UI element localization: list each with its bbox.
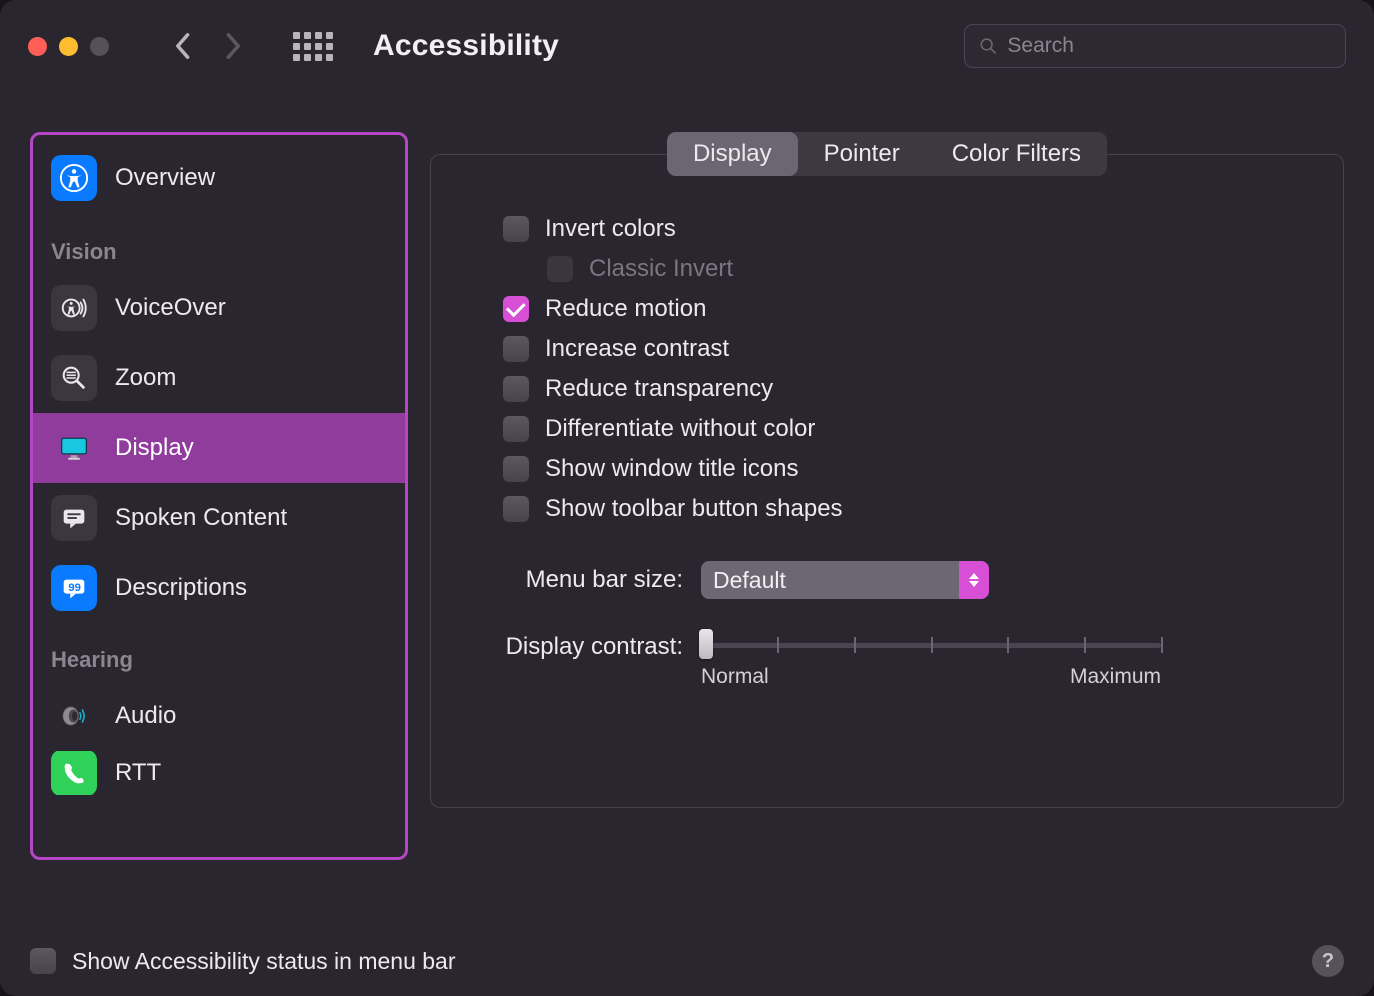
slider-thumb[interactable]	[699, 629, 713, 659]
sidebar-item-voiceover[interactable]: VoiceOver	[33, 273, 405, 343]
checkbox-icon	[547, 256, 573, 282]
sidebar-item-rtt[interactable]: RTT	[33, 751, 405, 795]
minimize-window-button[interactable]	[59, 37, 78, 56]
checkbox-icon	[503, 456, 529, 482]
sidebar-item-overview[interactable]: Overview	[33, 141, 405, 215]
check-label: Show window title icons	[545, 455, 798, 483]
sidebar-item-label: VoiceOver	[115, 294, 226, 322]
check-label: Reduce transparency	[545, 375, 773, 403]
chevron-right-icon	[225, 32, 243, 60]
body: Overview Vision VoiceOver Zoom Displa	[0, 92, 1374, 926]
toolbar: Accessibility	[0, 0, 1374, 92]
spoken-content-icon	[51, 495, 97, 541]
check-label: Invert colors	[545, 215, 676, 243]
checkbox-reduce-transparency[interactable]: Reduce transparency	[503, 375, 1303, 403]
check-label: Show Accessibility status in menu bar	[72, 948, 456, 975]
checkbox-icon	[30, 948, 56, 974]
accessibility-window: Accessibility Overview Vision VoiceOver	[0, 0, 1374, 996]
checkbox-icon-checked	[503, 296, 529, 322]
sidebar-section-vision: Vision	[33, 215, 405, 273]
search-field[interactable]	[964, 24, 1346, 68]
checkbox-icon	[503, 216, 529, 242]
display-contrast-slider[interactable]: Normal Maximum	[701, 629, 1161, 689]
window-controls	[28, 37, 109, 56]
descriptions-icon: 99	[51, 565, 97, 611]
accessibility-icon	[51, 155, 97, 201]
chevron-left-icon	[173, 32, 191, 60]
check-label: Increase contrast	[545, 335, 729, 363]
sidebar: Overview Vision VoiceOver Zoom Displa	[30, 132, 408, 860]
footer: Show Accessibility status in menu bar ?	[0, 926, 1374, 996]
close-window-button[interactable]	[28, 37, 47, 56]
zoom-icon	[51, 355, 97, 401]
sidebar-item-zoom[interactable]: Zoom	[33, 343, 405, 413]
menu-bar-size-row: Menu bar size: Default	[477, 561, 1303, 599]
sidebar-item-label: RTT	[115, 759, 161, 787]
checkbox-show-window-title-icons[interactable]: Show window title icons	[503, 455, 1303, 483]
help-icon: ?	[1322, 950, 1334, 973]
svg-text:99: 99	[68, 582, 81, 594]
zoom-window-button[interactable]	[90, 37, 109, 56]
checkbox-icon	[503, 416, 529, 442]
search-input[interactable]	[1007, 34, 1331, 58]
slider-max-label: Maximum	[1070, 665, 1161, 689]
rtt-icon	[51, 751, 97, 795]
checkbox-reduce-motion[interactable]: Reduce motion	[503, 295, 1303, 323]
search-icon	[979, 36, 997, 56]
voiceover-icon	[51, 285, 97, 331]
checkbox-increase-contrast[interactable]: Increase contrast	[503, 335, 1303, 363]
check-label: Differentiate without color	[545, 415, 815, 443]
select-value: Default	[713, 567, 786, 594]
forward-button[interactable]	[217, 29, 251, 63]
checkbox-differentiate-without-color[interactable]: Differentiate without color	[503, 415, 1303, 443]
slider-min-label: Normal	[701, 665, 769, 689]
checkbox-classic-invert: Classic Invert	[547, 255, 1303, 283]
check-label: Reduce motion	[545, 295, 706, 323]
display-contrast-row: Display contrast:	[477, 629, 1303, 689]
back-button[interactable]	[165, 29, 199, 63]
checkbox-show-toolbar-button-shapes[interactable]: Show toolbar button shapes	[503, 495, 1303, 523]
display-contrast-label: Display contrast:	[477, 629, 683, 661]
display-panel: Invert colors Classic Invert Reduce moti…	[430, 154, 1344, 808]
checkbox-invert-colors[interactable]: Invert colors	[503, 215, 1303, 243]
checkbox-show-accessibility-status[interactable]: Show Accessibility status in menu bar	[30, 948, 456, 975]
sidebar-item-display[interactable]: Display	[33, 413, 405, 483]
menu-bar-size-select[interactable]: Default	[701, 561, 989, 599]
sidebar-item-label: Display	[115, 434, 194, 462]
display-icon	[51, 425, 97, 471]
help-button[interactable]: ?	[1312, 945, 1344, 977]
sidebar-item-descriptions[interactable]: 99 Descriptions	[33, 553, 405, 623]
main-panel: Display Pointer Color Filters Invert col…	[430, 132, 1344, 906]
sidebar-item-audio[interactable]: Audio	[33, 681, 405, 751]
sidebar-item-label: Zoom	[115, 364, 176, 392]
sidebar-item-label: Overview	[115, 164, 215, 192]
show-all-button[interactable]	[293, 32, 333, 61]
checkbox-icon	[503, 336, 529, 362]
sidebar-item-spoken-content[interactable]: Spoken Content	[33, 483, 405, 553]
sidebar-item-label: Spoken Content	[115, 504, 287, 532]
checkbox-list: Invert colors Classic Invert Reduce moti…	[503, 215, 1303, 523]
sidebar-item-label: Audio	[115, 702, 176, 730]
tab-color-filters[interactable]: Color Filters	[926, 132, 1107, 176]
menu-bar-size-label: Menu bar size:	[477, 566, 683, 594]
tab-display[interactable]: Display	[667, 132, 798, 176]
checkbox-icon	[503, 496, 529, 522]
tab-bar: Display Pointer Color Filters	[667, 132, 1107, 176]
check-label: Show toolbar button shapes	[545, 495, 843, 523]
sidebar-section-hearing: Hearing	[33, 623, 405, 681]
tab-pointer[interactable]: Pointer	[798, 132, 926, 176]
check-label: Classic Invert	[589, 255, 733, 283]
checkbox-icon	[503, 376, 529, 402]
page-title: Accessibility	[373, 29, 559, 63]
sidebar-item-label: Descriptions	[115, 574, 247, 602]
select-caret-icon	[959, 561, 989, 599]
audio-icon	[51, 693, 97, 739]
